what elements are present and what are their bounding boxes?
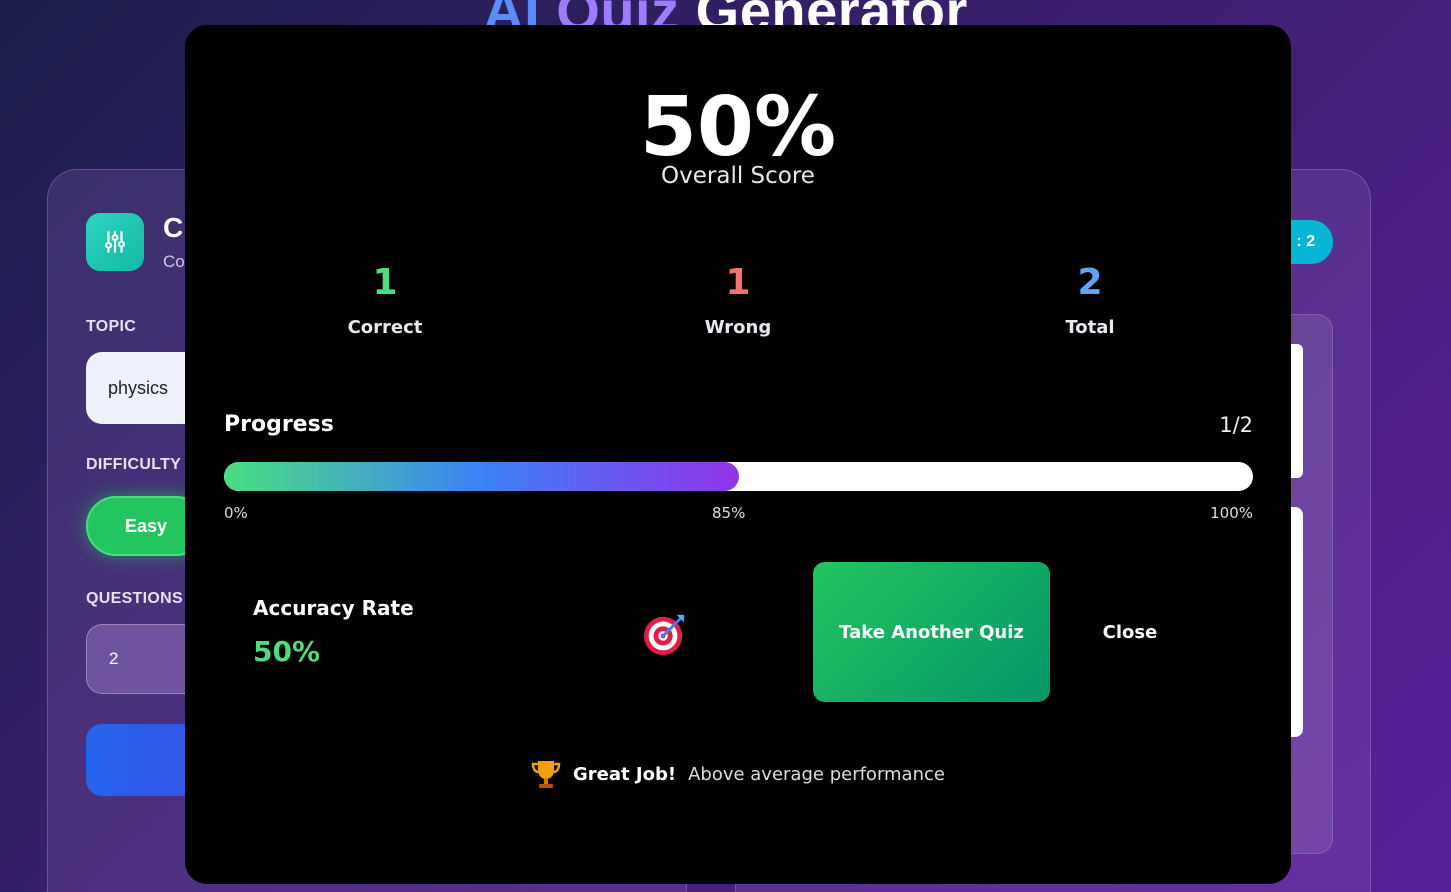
stat-wrong-label: Wrong [704, 316, 772, 338]
progress-bar [224, 462, 1253, 491]
stat-total-value: 2 [1077, 262, 1103, 303]
progress-bar-fill [224, 462, 739, 491]
performance-description: Above average performance [688, 763, 945, 785]
stat-wrong-value: 1 [725, 262, 751, 303]
stat-total-label: Total [1065, 316, 1115, 338]
stat-wrong: 1 Wrong [628, 263, 848, 338]
accuracy-value: 50% [253, 635, 321, 668]
performance-title: Great Job! [573, 763, 677, 785]
overall-score-label: Overall Score [661, 163, 815, 189]
stat-correct-label: Correct [347, 316, 423, 338]
questions-label: QUESTIONS [86, 590, 183, 607]
results-modal: 50% Overall Score 1 Correct 1 Wrong 2 To… [185, 25, 1291, 884]
stat-total: 2 Total [980, 263, 1200, 338]
progress-tick-mid: 85% [712, 504, 746, 522]
difficulty-label: DIFFICULTY [86, 456, 182, 473]
take-another-quiz-button[interactable]: Take Another Quiz [813, 562, 1050, 702]
stat-correct: 1 Correct [275, 263, 495, 338]
performance-message: Great Job! Above average performance [185, 758, 1291, 790]
progress-tick-start: 0% [224, 504, 248, 522]
stat-correct-value: 1 [372, 262, 398, 303]
trophy-icon [531, 761, 561, 788]
overall-score-value: 50% [639, 80, 837, 175]
close-button[interactable]: Close [1065, 562, 1195, 702]
config-subtitle: Co [163, 252, 185, 271]
progress-tick-end: 100% [1210, 504, 1253, 522]
accuracy-label: Accuracy Rate [253, 596, 414, 620]
progress-title: Progress [224, 412, 334, 437]
sliders-icon [86, 213, 144, 271]
progress-count: 1/2 [1219, 413, 1253, 437]
target-icon [643, 614, 685, 656]
topic-label: TOPIC [86, 318, 137, 335]
